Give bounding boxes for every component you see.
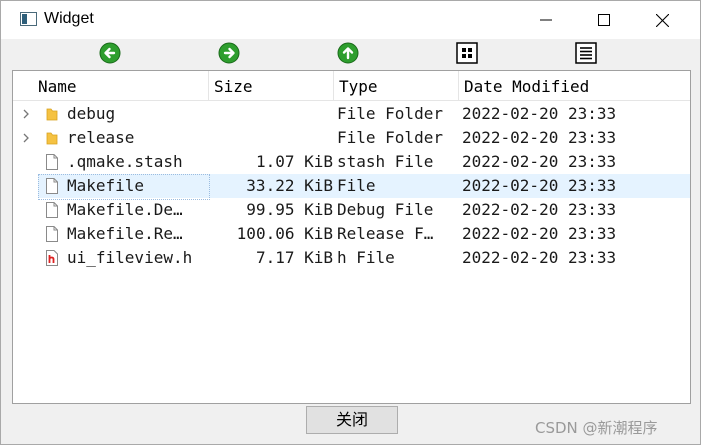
watermark: CSDN @新潮程序 xyxy=(535,419,658,437)
file-size xyxy=(209,102,333,126)
back-button[interactable] xyxy=(99,42,121,64)
maximize-button[interactable] xyxy=(575,1,633,39)
maximize-icon xyxy=(598,14,610,26)
file-size: 33.22 KiB xyxy=(246,176,333,195)
column-size[interactable]: Size xyxy=(209,71,334,101)
app-window-icon xyxy=(20,12,37,26)
file-size: 100.06 KiB xyxy=(236,224,333,243)
file-row[interactable]: .qmake.stash 1.07 KiB stash File 2022-02-20… xyxy=(13,150,690,174)
file-name: Makefile xyxy=(67,176,145,195)
forward-button[interactable] xyxy=(218,42,240,64)
chevron-right-icon[interactable] xyxy=(21,133,31,143)
column-date-modified[interactable]: Date Modified xyxy=(459,71,690,101)
file-name: debug xyxy=(67,104,116,123)
column-header: Name Size Type Date Modified xyxy=(13,71,690,101)
file-type: Release F… xyxy=(337,224,434,243)
widget-window: Widget Name Size Type Date Modified debu… xyxy=(0,0,701,445)
folder-icon xyxy=(46,108,58,121)
file-date: 2022-02-20 23:33 xyxy=(462,104,617,123)
file-size: 99.95 KiB xyxy=(246,200,333,219)
file-row[interactable]: debug File Folder 2022-02-20 23:33 xyxy=(13,102,690,126)
chevron-right-icon[interactable] xyxy=(21,109,31,119)
file-size: 1.07 KiB xyxy=(255,152,333,171)
file-type: File xyxy=(337,176,376,195)
file-date: 2022-02-20 23:33 xyxy=(462,176,617,195)
folder-icon xyxy=(46,132,58,145)
file-name: .qmake.stash xyxy=(67,152,183,171)
file-type: File Folder xyxy=(337,128,443,147)
header-file-icon xyxy=(46,250,58,266)
minimize-button[interactable] xyxy=(517,1,575,39)
detail-view-button[interactable] xyxy=(575,42,597,64)
file-type: h File xyxy=(337,248,395,267)
close-button[interactable]: 关闭 xyxy=(306,406,398,434)
file-icon xyxy=(46,178,58,194)
up-button[interactable] xyxy=(337,42,359,64)
file-name: Makefile.De… xyxy=(67,200,183,219)
file-type: stash File xyxy=(337,152,434,171)
file-type: File Folder xyxy=(337,104,443,123)
file-name: release xyxy=(67,128,135,147)
file-date: 2022-02-20 23:33 xyxy=(462,224,617,243)
column-type[interactable]: Type xyxy=(334,71,459,101)
forward-arrow-icon xyxy=(218,42,240,64)
file-date: 2022-02-20 23:33 xyxy=(462,128,617,147)
close-window-button[interactable] xyxy=(633,1,691,39)
column-name[interactable]: Name xyxy=(33,71,209,101)
file-row[interactable]: Makefile 33.22 KiB File 2022-02-20 23:33 xyxy=(13,174,690,200)
list-view-icon xyxy=(456,42,478,64)
minimize-icon xyxy=(540,19,552,21)
file-icon xyxy=(46,154,58,170)
file-row[interactable]: ui_fileview.h 7.17 KiB h File 2022-02-20 23… xyxy=(13,246,690,270)
file-icon xyxy=(46,226,58,242)
file-row[interactable]: Makefile.De… 99.95 KiB Debug File 2022-02-2… xyxy=(13,198,690,222)
file-date: 2022-02-20 23:33 xyxy=(462,152,617,171)
toolbar xyxy=(1,39,700,69)
file-date: 2022-02-20 23:33 xyxy=(462,248,617,267)
file-name: ui_fileview.h xyxy=(67,248,193,267)
file-icon xyxy=(46,202,58,218)
file-view[interactable]: Name Size Type Date Modified debug File F… xyxy=(12,70,691,404)
back-arrow-icon xyxy=(99,42,121,64)
file-size xyxy=(209,126,333,150)
window-title: Widget xyxy=(44,10,94,27)
file-row[interactable]: release File Folder 2022-02-20 23:33 xyxy=(13,126,690,150)
detail-view-icon xyxy=(575,42,597,64)
list-view-button[interactable] xyxy=(456,42,478,64)
file-name: Makefile.Re… xyxy=(67,224,183,243)
up-arrow-icon xyxy=(337,42,359,64)
file-row[interactable]: Makefile.Re… 100.06 KiB Release F… 2022-02-… xyxy=(13,222,690,246)
close-icon xyxy=(655,13,669,27)
file-size: 7.17 KiB xyxy=(255,248,333,267)
title-bar[interactable]: Widget xyxy=(1,1,700,39)
file-date: 2022-02-20 23:33 xyxy=(462,200,617,219)
file-type: Debug File xyxy=(337,200,434,219)
